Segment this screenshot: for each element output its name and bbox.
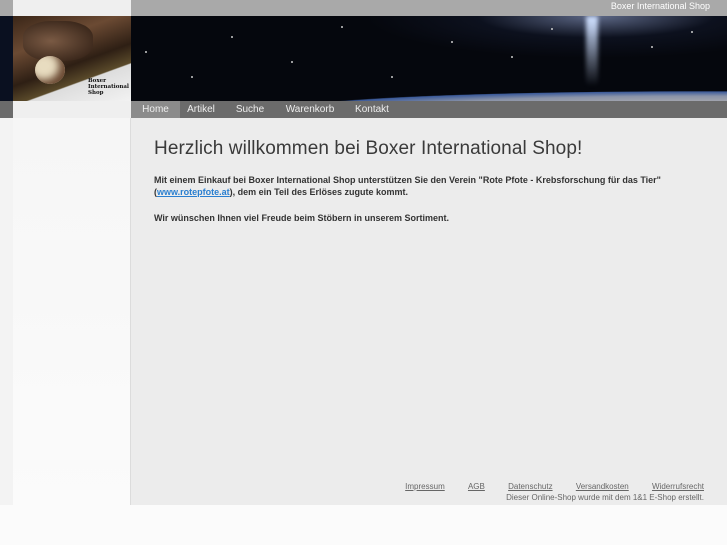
star — [651, 46, 653, 48]
nav-warenkorb[interactable]: Warenkorb — [280, 101, 340, 118]
nav-left-strip — [0, 101, 13, 118]
footer-links: Impressum AGB Datenschutz Versandkosten … — [384, 482, 704, 491]
footer-link-impressum[interactable]: Impressum — [405, 482, 445, 491]
left-sidebar — [13, 118, 131, 505]
footer-link-agb[interactable]: AGB — [468, 482, 485, 491]
dog-face — [23, 21, 93, 61]
site-title: Boxer International Shop — [610, 1, 710, 11]
nav-kontakt[interactable]: Kontakt — [348, 101, 396, 118]
star — [341, 26, 343, 28]
footer-link-widerrufsrecht[interactable]: Widerrufsrecht — [652, 482, 704, 491]
footer-link-versandkosten[interactable]: Versandkosten — [576, 482, 629, 491]
welcome-paragraph: Wir wünschen Ihnen viel Freude beim Stöb… — [154, 213, 449, 223]
main-content: Herzlich willkommen bei Boxer Internatio… — [131, 118, 727, 505]
star — [391, 76, 393, 78]
left-column-top — [13, 0, 131, 16]
header-banner — [131, 16, 727, 101]
rotepfote-link[interactable]: www.rotepfote.at — [157, 187, 230, 197]
star — [231, 36, 233, 38]
star — [451, 41, 453, 43]
main-nav: Home Artikel Suche Warenkorb Kontakt — [0, 101, 727, 118]
light-beam — [586, 16, 598, 86]
left-strip — [0, 16, 13, 101]
star — [291, 61, 293, 63]
star — [145, 51, 147, 53]
intro-text-rest: ), dem ein Teil des Erlöses zugute kommt… — [229, 187, 409, 197]
intro-text: Mit einem Einkauf bei Boxer Internationa… — [154, 175, 661, 185]
star — [511, 56, 513, 58]
logo-text: Boxer International Shop — [88, 78, 129, 96]
nav-suche[interactable]: Suche — [227, 101, 273, 118]
dog-paw — [35, 56, 65, 84]
star — [191, 76, 193, 78]
logo-image[interactable]: Boxer International Shop — [13, 16, 131, 101]
left-strip-lower — [0, 118, 13, 505]
intro-paragraph: Mit einem Einkauf bei Boxer Internationa… — [154, 174, 714, 198]
footer-note: Dieser Online-Shop wurde mit dem 1&1 E-S… — [506, 493, 704, 502]
nav-left-column — [13, 101, 131, 118]
nav-home[interactable]: Home — [131, 101, 180, 118]
footer-link-datenschutz[interactable]: Datenschutz — [508, 482, 552, 491]
page-title: Herzlich willkommen bei Boxer Internatio… — [154, 138, 583, 159]
star — [691, 31, 693, 33]
star — [551, 28, 553, 30]
logo-text-line: Shop — [88, 90, 104, 96]
nav-artikel[interactable]: Artikel — [180, 101, 222, 118]
